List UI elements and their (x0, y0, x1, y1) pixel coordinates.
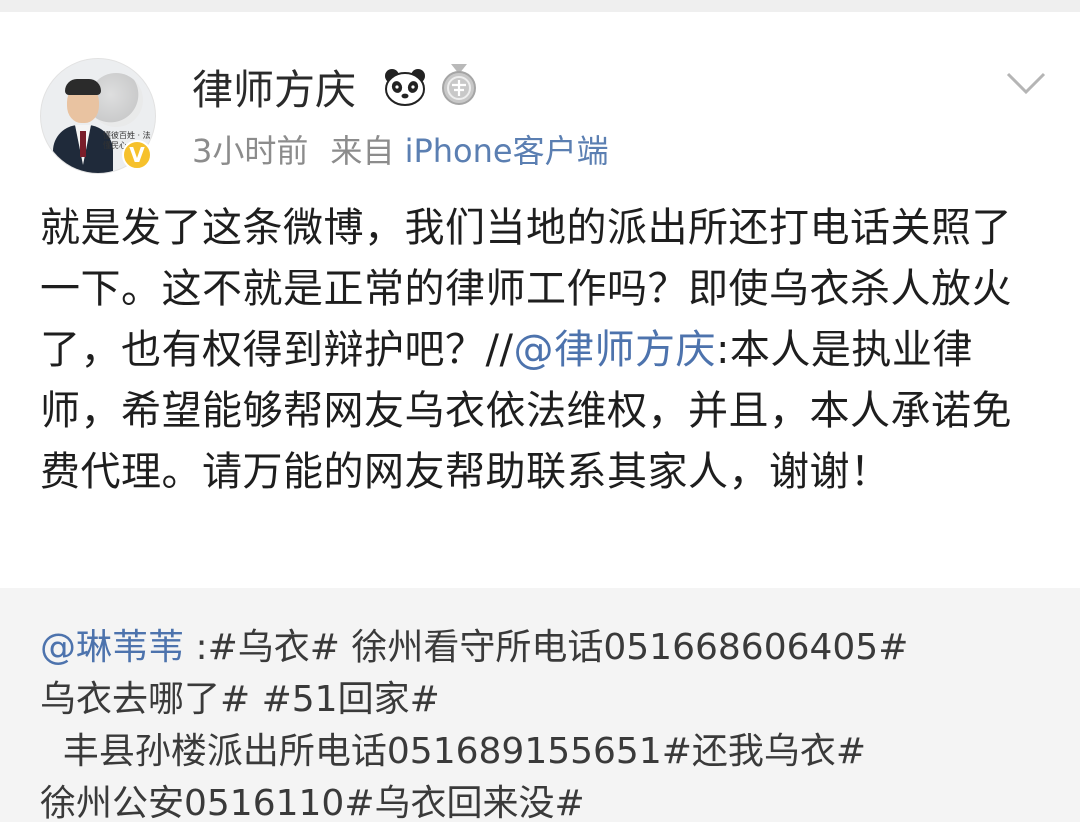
avatar-tie (80, 131, 86, 157)
post-mention-link[interactable]: @律师方庆 (513, 327, 716, 373)
avatar-hair (65, 79, 101, 95)
post-username[interactable]: 律师方庆 (192, 66, 356, 114)
panda-badge-icon[interactable] (383, 68, 427, 106)
post-meta: 3小时前 来自 iPhone客户端 (192, 130, 609, 172)
repost-line-3: 丰县孙楼派出所电话051689155651#还我乌衣# (40, 731, 867, 772)
repost-line-1: @琳苇苇 :#乌衣# 徐州看守所电话051668606405# (40, 622, 1050, 674)
repost-mention-link[interactable]: @琳苇苇 (40, 627, 184, 668)
post-source-prefix: 来自 (330, 132, 395, 170)
post-time: 3小时前 (192, 132, 309, 170)
post-source-link[interactable]: iPhone客户端 (405, 132, 609, 170)
medal-badge-icon[interactable] (440, 64, 478, 106)
status-strip (0, 0, 1080, 12)
post-content: 就是发了这条微博，我们当地的派出所还打电话关照了一下。这不就是正常的律师工作吗？… (40, 198, 1040, 503)
chevron-down-icon[interactable] (1006, 72, 1046, 96)
repost-line-1-text: :#乌衣# 徐州看守所电话051668606405# (184, 627, 909, 668)
repost-line-4: 徐州公安0516110#乌衣回来没# (40, 783, 585, 824)
repost-content: @琳苇苇 :#乌衣# 徐州看守所电话051668606405# 乌衣去哪了# #… (40, 622, 1050, 830)
verified-badge-icon: V (122, 140, 152, 170)
repost-line-2: 乌衣去哪了# #51回家# (40, 679, 440, 720)
